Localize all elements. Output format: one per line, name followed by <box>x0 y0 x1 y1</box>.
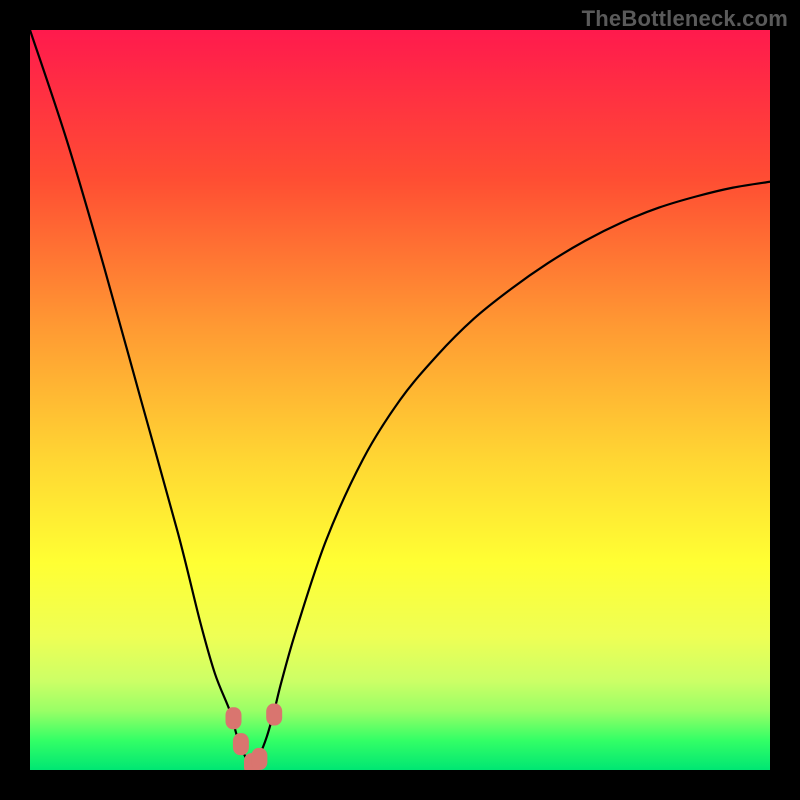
curve-markers <box>226 704 283 771</box>
bottom-marker-2 <box>251 748 267 770</box>
watermark-text: TheBottleneck.com <box>582 6 788 32</box>
right-marker <box>266 704 282 726</box>
left-marker-2 <box>233 733 249 755</box>
curve-layer <box>30 30 770 770</box>
bottleneck-curve <box>30 30 770 766</box>
left-marker <box>226 707 242 729</box>
plot-area <box>30 30 770 770</box>
